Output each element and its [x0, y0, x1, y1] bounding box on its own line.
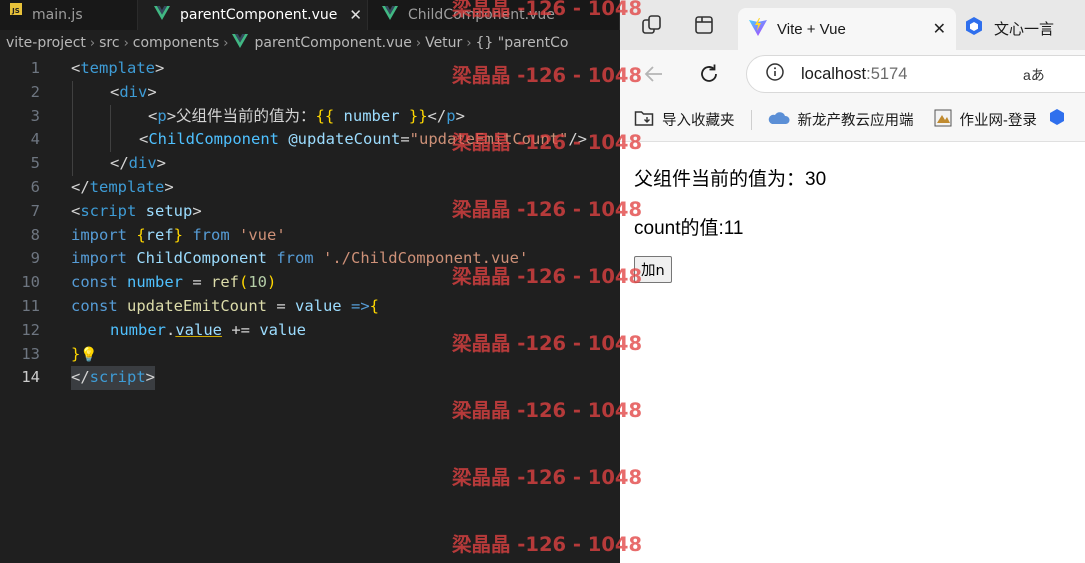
close-icon[interactable]: ✕	[349, 6, 362, 24]
breadcrumb-item[interactable]: vite-project	[6, 35, 86, 51]
tab-label: ChildComponent.vue	[408, 7, 555, 23]
code-line: 9 import ChildComponent from './ChildComp…	[30, 249, 529, 268]
code-line: 10 const number = ref(10)	[21, 273, 277, 292]
wenxin-logo-icon	[964, 16, 984, 41]
tab-label: main.js	[32, 7, 83, 23]
tab-child-component[interactable]: ChildComponent.vue	[368, 0, 620, 30]
page-content: 父组件当前的值为：30 count的值:11 加n	[634, 142, 826, 283]
tab-parent-component[interactable]: parentComponent.vue ✕	[138, 0, 368, 30]
refresh-icon[interactable]	[697, 62, 721, 91]
url-port: :5174	[866, 64, 908, 83]
lightbulb-icon[interactable]: 💡	[80, 347, 97, 363]
tab-main-js[interactable]: JS main.js	[0, 0, 138, 30]
browser-tab-strip: Vite + Vue ✕ 文心一言	[620, 0, 1085, 50]
code-line: 13}💡	[21, 344, 98, 363]
bookmark-xinlong[interactable]: 新龙产教云应用端	[768, 109, 914, 130]
close-icon[interactable]: ✕	[933, 19, 946, 39]
breadcrumb-item[interactable]: components	[133, 35, 220, 51]
chevron-right-icon: ›	[123, 35, 129, 51]
bookmark-zuoyewang[interactable]: 作业网-登录	[934, 109, 1037, 131]
folder-import-icon	[634, 109, 654, 131]
breadcrumb: vite-project › src › components › parent…	[0, 30, 620, 56]
arrow-left-icon[interactable]	[642, 62, 666, 91]
browser-toolbar: localhost:5174 aあ	[620, 50, 1085, 98]
chevron-right-icon: ›	[89, 35, 96, 51]
address-bar[interactable]: localhost:5174 aあ	[746, 55, 1085, 93]
bookmark-divider	[750, 109, 752, 130]
code-line: 6 </template>	[30, 177, 174, 196]
breadcrumb-item[interactable]: Vetur	[425, 35, 462, 51]
tab-actions-icon[interactable]	[692, 13, 716, 37]
cloud-icon	[768, 111, 790, 129]
code-line: 3 <p>父组件当前的值为：{{ number }}</p>	[30, 106, 465, 125]
browser-tab-wenxin[interactable]: 文心一言	[962, 8, 1085, 48]
breadcrumb-item[interactable]: src	[99, 35, 119, 51]
add-n-button[interactable]: 加n	[634, 256, 672, 283]
parent-value-text: 父组件当前的值为：30	[634, 169, 827, 190]
read-aloud-icon[interactable]: aあ	[1023, 65, 1045, 85]
chevron-right-icon: ›	[415, 35, 422, 51]
editor-tab-bar: JS main.js parentComponent.vue ✕ ChildCo…	[0, 0, 620, 30]
browser-window: Vite + Vue ✕ 文心一言 localhost:5174 aあ 导入收…	[620, 0, 1085, 563]
code-line: 8 import {ref} from 'vue'	[30, 225, 286, 244]
bookmark-icon[interactable]	[1049, 108, 1065, 131]
code-line: 5 </div>	[30, 154, 167, 173]
code-line: 11 const updateEmitCount = value =>{	[21, 296, 379, 315]
url-host: localhost	[801, 64, 867, 83]
bookmark-import[interactable]: 导入收藏夹	[634, 109, 735, 131]
workspaces-icon[interactable]	[640, 13, 664, 37]
code-line: 4 <ChildComponent @updateCount="updateEmi…	[30, 130, 587, 149]
vue-logo-icon	[382, 6, 398, 24]
info-icon[interactable]	[765, 62, 785, 87]
browser-tab-vite[interactable]: Vite + Vue ✕	[738, 8, 956, 50]
count-text: count的值:11	[634, 218, 744, 239]
tab-label: parentComponent.vue	[180, 7, 338, 23]
code-line: 12 number.value += value	[21, 320, 307, 339]
js-file-icon: JS	[10, 3, 22, 21]
vue-logo-icon	[154, 6, 170, 24]
code-line: 2 <div>	[30, 82, 157, 101]
bookmarks-bar: 导入收藏夹 新龙产教云应用端 作业网-登录	[620, 98, 1085, 142]
tab-title: Vite + Vue	[777, 20, 846, 38]
chevron-right-icon: ›	[223, 35, 229, 51]
code-area[interactable]: 1 <template> 2 <div> 3 <p>父组件当前的值为：{{ numbe…	[0, 57, 620, 391]
code-line: 1 <template>	[30, 59, 165, 77]
vite-logo-icon	[748, 17, 768, 42]
tab-title: 文心一言	[994, 20, 1055, 38]
page-icon	[934, 109, 952, 131]
code-editor[interactable]: JS main.js parentComponent.vue ✕ ChildCo…	[0, 0, 620, 563]
code-line: 7 <script setup>	[30, 201, 202, 220]
breadcrumb-item[interactable]: parentComponent.vue	[254, 35, 411, 51]
vue-logo-icon	[232, 34, 249, 52]
code-line: 14 </script>	[0, 366, 620, 391]
chevron-right-icon: ›	[466, 35, 472, 51]
breadcrumb-item[interactable]: {} "parentCo	[476, 35, 569, 51]
